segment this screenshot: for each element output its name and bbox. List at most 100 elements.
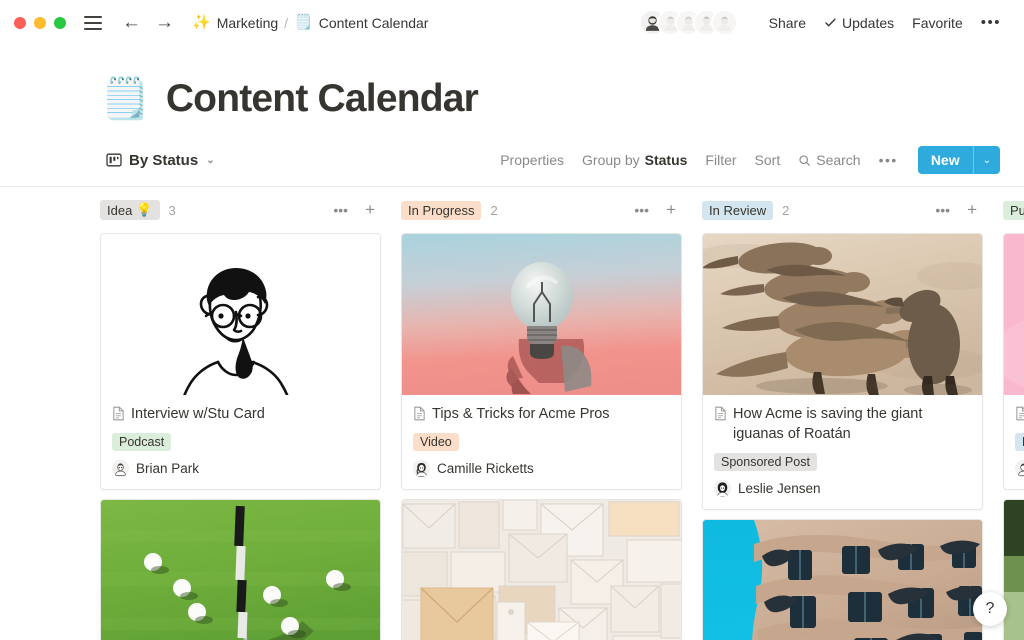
view-more-icon[interactable]: ••• <box>871 147 906 173</box>
column-cards: Interview w/Stu Card Podcast Brian Park <box>100 233 381 640</box>
card-cover-golf-green-with-balls <box>101 500 380 640</box>
chevron-down-icon: ⌄ <box>206 154 215 166</box>
card-title: Tips & Tricks for Acme Pros <box>432 406 610 422</box>
avatar[interactable] <box>710 9 738 36</box>
column-header: Published ••• + <box>1003 195 1024 225</box>
forward-arrow-icon[interactable]: → <box>155 13 174 32</box>
help-button[interactable]: ? <box>973 592 1007 626</box>
board-column-in-review: In Review 2 ••• + How Acme is saving the… <box>702 195 983 640</box>
column-card-count: 3 <box>168 202 176 218</box>
board-card[interactable] <box>401 499 682 640</box>
collaborator-avatars[interactable] <box>638 9 738 36</box>
lightbulb-icon: 💡 <box>136 202 153 217</box>
card-assignee: Leslie Jensen <box>714 480 971 497</box>
card-assignee: Brian Park <box>112 460 369 477</box>
column-more-icon[interactable]: ••• <box>329 201 352 219</box>
breadcrumb-separator: / <box>284 14 289 31</box>
page-title: Content Calendar <box>165 77 479 120</box>
card-body: How Acme is saving the giant iguanas of … <box>703 395 982 509</box>
column-header: In Review 2 ••• + <box>702 195 983 225</box>
column-cards: 1… able Blog M… <box>1003 233 1024 640</box>
card-cover-casa-mila-architecture <box>703 520 982 640</box>
column-status-label: Published <box>1010 202 1024 218</box>
column-more-icon[interactable]: ••• <box>931 201 954 219</box>
column-status-pill[interactable]: In Review <box>702 200 774 220</box>
avatar <box>413 460 430 477</box>
close-window-button[interactable] <box>14 16 26 29</box>
board-scroll-area[interactable]: Idea 💡 3 ••• + Interview w/Stu Card Podc… <box>0 186 1024 640</box>
card-title-row: How Acme is saving the giant iguanas of … <box>714 404 971 444</box>
document-icon <box>1016 406 1024 421</box>
avatar <box>1015 460 1024 477</box>
column-add-card-icon[interactable]: + <box>963 201 981 218</box>
breadcrumb-workspace-label: Marketing <box>216 14 279 31</box>
column-add-card-icon[interactable]: + <box>662 201 680 218</box>
document-icon <box>113 406 124 421</box>
board-card[interactable] <box>100 499 381 640</box>
search-button[interactable]: Search <box>790 147 868 173</box>
favorite-button[interactable]: Favorite <box>903 11 972 35</box>
new-button[interactable]: New ⌄ <box>917 146 1000 174</box>
check-icon <box>825 18 836 27</box>
document-icon <box>414 406 425 421</box>
board-card[interactable] <box>1003 499 1024 640</box>
board-card[interactable]: 1… able Blog M… <box>1003 233 1024 490</box>
column-status-label: Idea <box>107 202 133 218</box>
avatar <box>112 460 129 477</box>
back-arrow-icon[interactable]: ← <box>122 13 141 32</box>
new-button-chevron-down-icon[interactable]: ⌄ <box>974 146 1000 174</box>
more-options-icon[interactable]: ••• <box>972 10 1010 35</box>
view-tab-by-status[interactable]: By Status ⌄ <box>100 149 221 172</box>
card-cover-envelopes-collage <box>402 500 681 640</box>
board-card[interactable]: How Acme is saving the giant iguanas of … <box>702 233 983 510</box>
column-status-label: In Review <box>709 202 767 218</box>
board-card[interactable]: Tips & Tricks for Acme Pros Video Camill… <box>401 233 682 490</box>
breadcrumb-item-marketing[interactable]: ✨ Marketing <box>192 15 278 31</box>
card-body: 1… able Blog M… <box>1004 395 1024 489</box>
group-by-label: Group by <box>582 152 640 168</box>
search-icon <box>799 154 811 166</box>
maximize-window-button[interactable] <box>54 16 66 29</box>
sparkles-icon: ✨ <box>192 14 211 31</box>
avatar <box>714 480 731 497</box>
card-assignee-name: Camille Ricketts <box>437 461 534 476</box>
window-controls <box>14 16 66 29</box>
board-view-icon <box>106 153 122 167</box>
card-cover-hand-holding-lightbulb <box>402 234 681 395</box>
card-cover-pink-solid <box>1004 234 1024 395</box>
column-more-icon[interactable]: ••• <box>630 201 653 219</box>
card-cover-person-outdoors <box>1004 500 1024 640</box>
minimize-window-button[interactable] <box>34 16 46 29</box>
column-header: Idea 💡 3 ••• + <box>100 195 381 225</box>
card-cover-iguanas-on-sand <box>703 234 982 395</box>
column-status-pill[interactable]: Idea 💡 <box>100 200 160 220</box>
board-card[interactable]: Interview w/Stu Card Podcast Brian Park <box>100 233 381 490</box>
sidebar-toggle-icon[interactable] <box>84 15 102 30</box>
breadcrumb-item-content-calendar[interactable]: 🗒️ Content Calendar <box>294 15 428 31</box>
card-assignee: Camille Ricketts <box>413 460 670 477</box>
card-tag: Blog <box>1015 433 1024 451</box>
updates-button[interactable]: Updates <box>815 11 903 35</box>
view-toolbar: By Status ⌄ Properties Group by Status F… <box>0 143 1024 177</box>
board-card[interactable] <box>702 519 983 640</box>
share-button[interactable]: Share <box>760 11 815 35</box>
sort-button[interactable]: Sort <box>747 147 789 173</box>
filter-button[interactable]: Filter <box>697 147 744 173</box>
card-assignee: M… <box>1015 460 1024 477</box>
card-title-row: Tips & Tricks for Acme Pros <box>413 404 670 424</box>
card-cover-illustration-man-with-glasses <box>101 234 380 395</box>
kanban-board: Idea 💡 3 ••• + Interview w/Stu Card Podc… <box>100 187 1024 640</box>
properties-button[interactable]: Properties <box>492 147 572 173</box>
column-status-pill[interactable]: Published <box>1003 200 1024 220</box>
column-status-label: In Progress <box>408 202 475 218</box>
column-header: In Progress 2 ••• + <box>401 195 682 225</box>
column-status-pill[interactable]: In Progress <box>401 200 482 220</box>
group-by-button[interactable]: Group by Status <box>574 147 695 173</box>
card-title-row: Interview w/Stu Card <box>112 404 369 424</box>
header-actions: Share Updates Favorite ••• <box>638 0 1010 45</box>
board-column-in-progress: In Progress 2 ••• + Tips & Tricks for Ac… <box>401 195 682 640</box>
column-add-card-icon[interactable]: + <box>361 201 379 218</box>
card-assignee-name: Leslie Jensen <box>738 481 821 496</box>
card-title: How Acme is saving the giant iguanas of … <box>733 406 923 442</box>
column-card-count: 2 <box>782 202 790 218</box>
